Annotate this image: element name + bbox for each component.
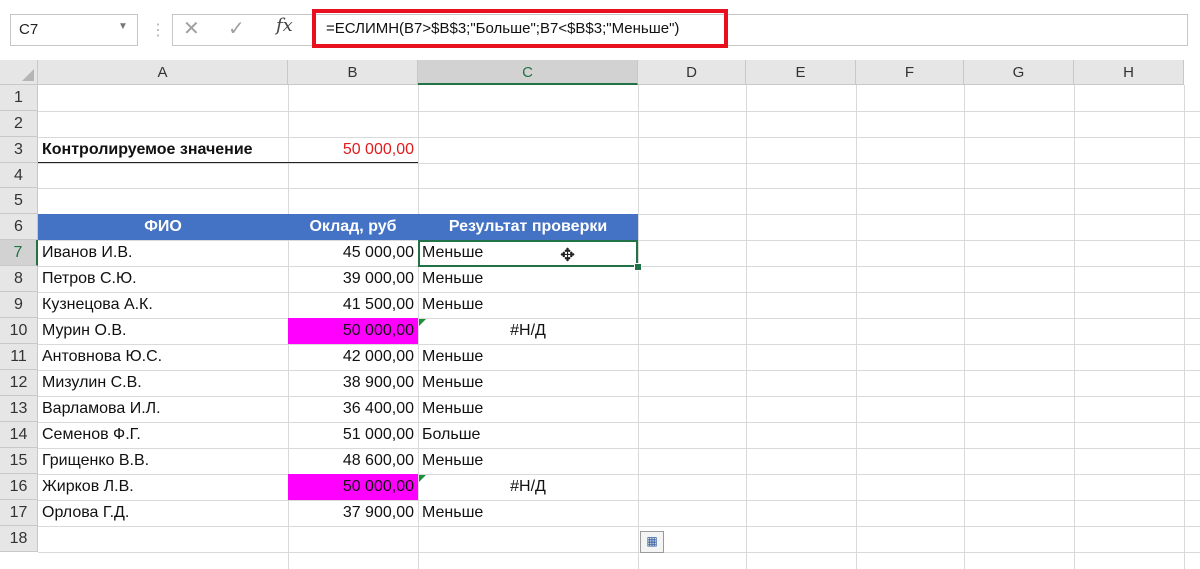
table-row-salary[interactable]: 50 000,00 bbox=[288, 318, 418, 344]
formula-text[interactable]: =ЕСЛИМН(B7>$B$3;"Больше";B7<$B$3;"Меньше… bbox=[326, 20, 679, 37]
gridline bbox=[38, 188, 1200, 189]
row-header-17[interactable]: 17 bbox=[0, 500, 38, 526]
row-header-16[interactable]: 16 bbox=[0, 474, 38, 500]
table-row-name[interactable]: Иванов И.В. bbox=[38, 240, 288, 266]
row-header-7[interactable]: 7 bbox=[0, 240, 38, 266]
enter-icon[interactable]: ✓ bbox=[228, 16, 245, 41]
table-row-result[interactable]: Меньше bbox=[418, 266, 638, 292]
column-header-e[interactable]: E bbox=[746, 60, 856, 85]
fill-handle[interactable] bbox=[634, 263, 642, 271]
row-header-10[interactable]: 10 bbox=[0, 318, 38, 344]
row-header-15[interactable]: 15 bbox=[0, 448, 38, 474]
spreadsheet-grid: A B C D E F G H 1 2 3 4 5 6 7 8 9 10 11 … bbox=[0, 60, 1200, 569]
corner-triangle-icon bbox=[22, 69, 34, 81]
row-header-8[interactable]: 8 bbox=[0, 266, 38, 292]
table-row-result[interactable]: Меньше bbox=[418, 448, 638, 474]
error-indicator-icon[interactable] bbox=[419, 475, 426, 482]
gridline bbox=[1074, 85, 1075, 569]
table-row-result[interactable]: Больше bbox=[418, 422, 638, 448]
row-header-4[interactable]: 4 bbox=[0, 163, 38, 188]
table-row-name[interactable]: Мизулин С.В. bbox=[38, 370, 288, 396]
table-row-result-error[interactable]: #Н/Д bbox=[418, 318, 638, 344]
table-row-salary[interactable]: 41 500,00 bbox=[288, 292, 418, 318]
grip-icon: ⋮ bbox=[150, 22, 166, 39]
column-header-c[interactable]: C bbox=[418, 60, 638, 85]
row-header-6[interactable]: 6 bbox=[0, 214, 38, 240]
gridline bbox=[38, 526, 1200, 527]
table-row-salary[interactable]: 51 000,00 bbox=[288, 422, 418, 448]
table-row-salary[interactable]: 45 000,00 bbox=[288, 240, 418, 266]
table-row-name[interactable]: Грищенко В.В. bbox=[38, 448, 288, 474]
formula-bar: C7 ▼ ⋮ ✕ ✓ fx =ЕСЛИМН(B7>$B$3;"Больше";B… bbox=[0, 0, 1200, 60]
table-row-salary[interactable]: 37 900,00 bbox=[288, 500, 418, 526]
cancel-icon[interactable]: ✕ bbox=[183, 16, 200, 41]
table-row-salary[interactable]: 48 600,00 bbox=[288, 448, 418, 474]
column-header-b[interactable]: B bbox=[288, 60, 418, 85]
row-header-11[interactable]: 11 bbox=[0, 344, 38, 370]
gridline bbox=[964, 85, 965, 569]
row-header-9[interactable]: 9 bbox=[0, 292, 38, 318]
cell-b6-header[interactable]: Оклад, руб bbox=[288, 214, 418, 240]
table-row-name[interactable]: Варламова И.Л. bbox=[38, 396, 288, 422]
gridline bbox=[38, 111, 1200, 112]
cell-a3[interactable]: Контролируемое значение bbox=[38, 137, 288, 163]
gridline bbox=[746, 85, 747, 569]
column-header-d[interactable]: D bbox=[638, 60, 746, 85]
table-row-result[interactable]: Меньше bbox=[418, 292, 638, 318]
table-row-name[interactable]: Орлова Г.Д. bbox=[38, 500, 288, 526]
table-row-salary[interactable]: 50 000,00 bbox=[288, 474, 418, 500]
cell-b3[interactable]: 50 000,00 bbox=[288, 137, 418, 163]
column-header-h[interactable]: H bbox=[1074, 60, 1184, 85]
table-row-salary[interactable]: 36 400,00 bbox=[288, 396, 418, 422]
table-row-result-error[interactable]: #Н/Д bbox=[418, 474, 638, 500]
column-header-g[interactable]: G bbox=[964, 60, 1074, 85]
table-row-result[interactable]: Меньше bbox=[418, 500, 638, 526]
table-row-name[interactable]: Антовнова Ю.С. bbox=[38, 344, 288, 370]
table-row-result[interactable]: Меньше bbox=[418, 396, 638, 422]
chevron-down-icon[interactable]: ▼ bbox=[118, 21, 128, 32]
row-header-5[interactable]: 5 bbox=[0, 188, 38, 214]
table-row-name[interactable]: Мурин О.В. bbox=[38, 318, 288, 344]
row-header-18[interactable]: 18 bbox=[0, 526, 38, 552]
table-row-salary[interactable]: 38 900,00 bbox=[288, 370, 418, 396]
row-header-12[interactable]: 12 bbox=[0, 370, 38, 396]
table-row-result[interactable]: Меньше bbox=[418, 370, 638, 396]
error-indicator-icon[interactable] bbox=[419, 319, 426, 326]
row-header-14[interactable]: 14 bbox=[0, 422, 38, 448]
active-cell-selection[interactable] bbox=[418, 240, 638, 267]
row-header-2[interactable]: 2 bbox=[0, 111, 38, 137]
select-all-corner[interactable] bbox=[0, 60, 38, 85]
row-header-1[interactable]: 1 bbox=[0, 85, 38, 111]
cross-cursor-icon: ✥ bbox=[560, 245, 576, 265]
column-header-a[interactable]: A bbox=[38, 60, 288, 85]
gridline bbox=[1184, 85, 1185, 569]
table-row-name[interactable]: Жирков Л.В. bbox=[38, 474, 288, 500]
insert-function-icon[interactable]: fx bbox=[276, 15, 293, 36]
gridline bbox=[638, 85, 639, 569]
column-header-f[interactable]: F bbox=[856, 60, 964, 85]
gridline bbox=[38, 552, 1200, 553]
cell-c6-header[interactable]: Результат проверки bbox=[418, 214, 638, 240]
table-row-salary[interactable]: 42 000,00 bbox=[288, 344, 418, 370]
table-row-name[interactable]: Кузнецова А.К. bbox=[38, 292, 288, 318]
gridline bbox=[856, 85, 857, 569]
cell-a6-header[interactable]: ФИО bbox=[38, 214, 288, 240]
row-header-13[interactable]: 13 bbox=[0, 396, 38, 422]
paste-options-icon[interactable]: ▦ bbox=[640, 531, 664, 553]
gridline bbox=[38, 163, 1200, 164]
table-row-salary[interactable]: 39 000,00 bbox=[288, 266, 418, 292]
table-row-name[interactable]: Петров С.Ю. bbox=[38, 266, 288, 292]
row-header-3[interactable]: 3 bbox=[0, 137, 38, 163]
table-row-result[interactable]: Меньше bbox=[418, 344, 638, 370]
table-row-name[interactable]: Семенов Ф.Г. bbox=[38, 422, 288, 448]
